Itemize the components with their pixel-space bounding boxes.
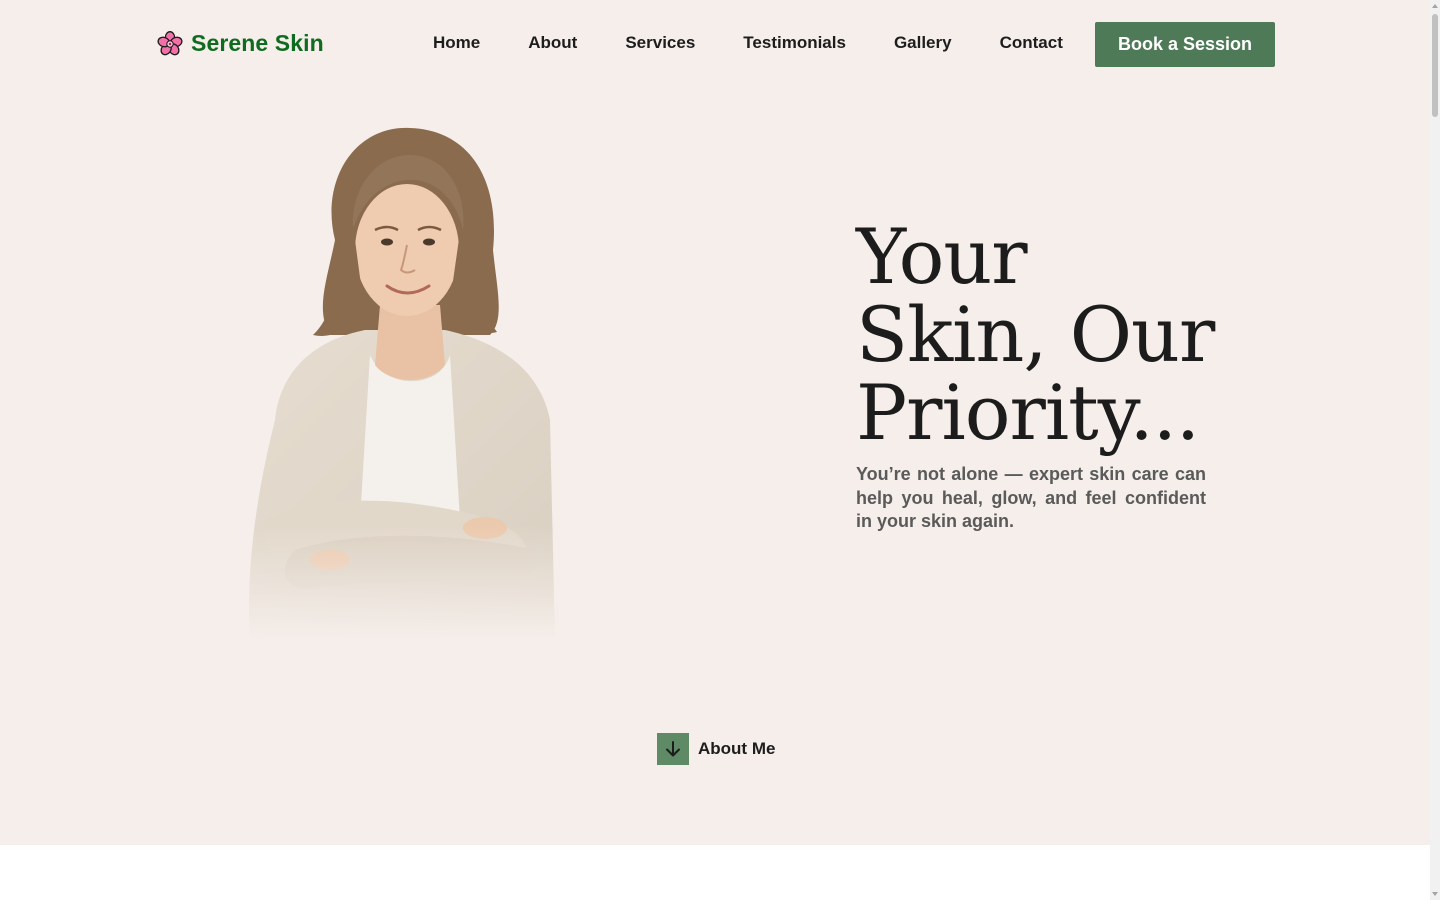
scroll-up-arrow-icon[interactable] [1432, 4, 1438, 8]
page: Serene Skin Home About Services Testimon… [0, 0, 1430, 900]
nav-gallery[interactable]: Gallery [894, 33, 952, 53]
main-nav: Home About Services Testimonials Gallery… [433, 33, 1063, 53]
nav-about[interactable]: About [528, 33, 577, 53]
nav-services[interactable]: Services [625, 33, 695, 53]
hero-subtext: You’re not alone — expert skin care can … [856, 464, 1206, 531]
scroll-down-arrow-icon[interactable] [1432, 892, 1438, 896]
nav-testimonials[interactable]: Testimonials [743, 33, 846, 53]
logo-link[interactable]: Serene Skin [157, 30, 324, 57]
hero-section: Serene Skin Home About Services Testimon… [0, 0, 1430, 845]
about-me-label: About Me [698, 739, 776, 758]
arrow-down-icon [657, 733, 689, 765]
flower-icon [157, 30, 183, 55]
nav-contact[interactable]: Contact [1000, 33, 1063, 53]
next-section [0, 845, 1430, 900]
vertical-scrollbar[interactable] [1430, 0, 1440, 900]
woman-portrait-image [235, 120, 570, 640]
book-session-button[interactable]: Book a Session [1095, 22, 1275, 67]
hero-headline: Your Skin, Our Priority... [856, 212, 1215, 457]
nav-home[interactable]: Home [433, 33, 480, 53]
scroll-thumb[interactable] [1432, 14, 1438, 117]
brand-name: Serene Skin [191, 30, 324, 56]
about-me-link[interactable]: About Me [657, 733, 775, 765]
